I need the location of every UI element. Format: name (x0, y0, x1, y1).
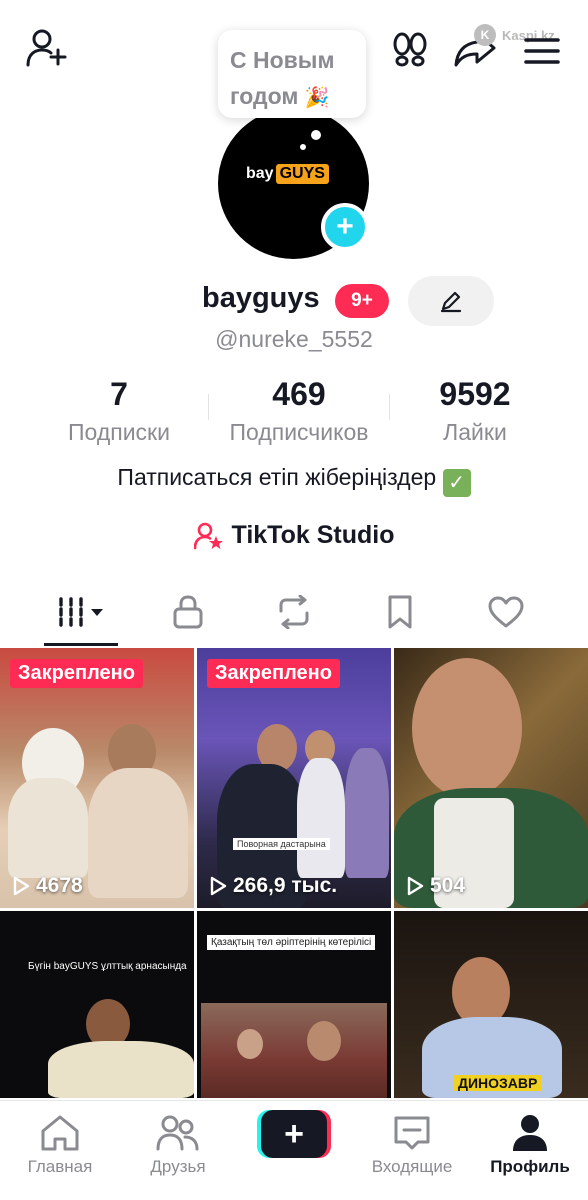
inbox-icon (394, 1116, 430, 1150)
profile-handle: @nureke_5552 (215, 326, 373, 352)
pinned-label: Закреплено (207, 659, 340, 688)
bubble-line-2: годом (230, 83, 299, 109)
status-bubble[interactable]: С Новым годом 🎉 (218, 30, 366, 118)
tiktok-studio-link[interactable]: TikTok Studio (0, 521, 588, 550)
footprints-icon[interactable] (390, 30, 430, 70)
pinned-label: Закреплено (10, 659, 143, 688)
repost-icon (279, 595, 309, 629)
video-thumbnail[interactable]: Қазақтың төл әріптерінің көтерілісі (197, 911, 391, 1098)
stats-row: 7 Подписки 469 Подписчиков 9592 Лайки (0, 376, 588, 446)
check-mark-icon: ✓ (442, 469, 471, 497)
bio-text: Патписаться етіп жіберіңіздер (117, 464, 437, 490)
nav-home-label: Главная (27, 1157, 93, 1176)
bubble-line-1: С Новым (230, 47, 335, 73)
video-caption: Қазақтың төл әріптерінің көтерілісі (207, 935, 376, 950)
play-icon (13, 876, 30, 896)
video-thumbnail[interactable]: Закреплено 4678 (0, 648, 194, 908)
grid-bars-icon (59, 597, 103, 627)
lock-icon (173, 595, 203, 629)
studio-label: TikTok Studio (231, 521, 395, 549)
tab-videos[interactable] (44, 584, 118, 640)
stat-divider (208, 394, 209, 420)
profile-bio: Патписаться етіп жіберіңіздер ✓ (0, 464, 588, 497)
video-thumbnail[interactable]: Поворная дастарына Закреплено 266,9 тыс. (197, 648, 391, 908)
view-count-value: 266,9 тыс. (233, 874, 338, 897)
audience-scene (201, 1003, 387, 1098)
pencil-icon (440, 291, 462, 313)
bayguys-logo: bay GUYS (246, 162, 346, 186)
stat-following-label: Подписки (68, 419, 170, 445)
menu-icon[interactable] (522, 34, 562, 68)
video-caption: Поворная дастарына (233, 838, 330, 850)
active-tab-indicator (44, 643, 118, 646)
home-icon (41, 1115, 79, 1151)
video-grid: Закреплено 4678 Поворная дастарына Закре… (0, 648, 588, 1098)
stat-likes-value: 9592 (439, 376, 511, 412)
thumbnail-figure (307, 1021, 341, 1061)
create-button[interactable]: + (257, 1110, 331, 1158)
bubble-tail-small (300, 144, 306, 150)
view-count-value: 504 (430, 874, 466, 897)
edit-profile-button[interactable] (408, 276, 494, 326)
tab-reposts[interactable] (266, 584, 322, 640)
profile-name: bayguys (202, 282, 320, 314)
logo-guys-text: GUYS (275, 164, 329, 184)
video-caption: ДИНОЗАВР (454, 1075, 542, 1091)
video-caption: Бүгін bayGUYS ұлттық арнасында (28, 961, 187, 972)
thumbnail-figure (88, 768, 188, 898)
tab-favorites[interactable] (372, 584, 428, 640)
stat-following[interactable]: 7 Подписки (48, 376, 190, 446)
notification-badge[interactable]: 9+ (335, 284, 389, 318)
stat-followers[interactable]: 469 Подписчиков (210, 376, 388, 446)
view-count: 4678 (12, 874, 83, 898)
view-count: 504 (406, 874, 465, 898)
nav-inbox-label: Входящие (371, 1157, 453, 1176)
logo-bay-text: bay (246, 165, 274, 182)
stat-followers-value: 469 (272, 376, 326, 412)
bookmark-icon (388, 595, 412, 629)
friends-icon (156, 1115, 199, 1151)
nav-home[interactable]: Главная (0, 1101, 120, 1200)
stat-followers-label: Подписчиков (229, 419, 369, 445)
bubble-tail (311, 130, 321, 140)
stat-following-value: 7 (110, 376, 128, 412)
tab-liked[interactable] (478, 584, 534, 640)
play-icon (210, 876, 227, 896)
plus-icon: + (261, 1110, 327, 1158)
play-icon (407, 876, 424, 896)
nav-profile[interactable]: Профиль (470, 1101, 588, 1200)
thumbnail-figure (8, 778, 88, 878)
add-avatar-button[interactable]: + (321, 203, 369, 251)
stat-likes[interactable]: 9592 Лайки (410, 376, 540, 446)
profile-tabs (0, 584, 588, 646)
thumbnail-figure (237, 1029, 263, 1059)
stat-likes-label: Лайки (443, 419, 507, 445)
view-count-value: 4678 (36, 874, 83, 897)
thumbnail-figure (48, 1041, 194, 1098)
profile-icon (513, 1115, 547, 1151)
thumbnail-figure (412, 658, 522, 798)
video-thumbnail[interactable]: ДИНОЗАВР (394, 911, 588, 1098)
nav-friends-label: Друзья (150, 1157, 206, 1176)
heart-icon (488, 596, 524, 628)
video-thumbnail[interactable]: Бүгін bayGUYS ұлттық арнасында (0, 911, 194, 1098)
nav-friends[interactable]: Друзья (118, 1101, 238, 1200)
thumbnail-figure (297, 758, 345, 878)
kaspi-logo-icon: K (474, 24, 496, 46)
video-thumbnail[interactable]: 504 (394, 648, 588, 908)
studio-user-star-icon (193, 522, 223, 549)
thumbnail-figure (345, 748, 389, 878)
tab-private[interactable] (160, 584, 216, 640)
nav-inbox[interactable]: Входящие (352, 1101, 472, 1200)
add-friend-icon[interactable] (24, 28, 70, 68)
view-count: 266,9 тыс. (209, 874, 337, 898)
stat-divider (389, 394, 390, 420)
nav-profile-label: Профиль (490, 1157, 570, 1176)
party-popper-icon: 🎉 (304, 87, 330, 109)
